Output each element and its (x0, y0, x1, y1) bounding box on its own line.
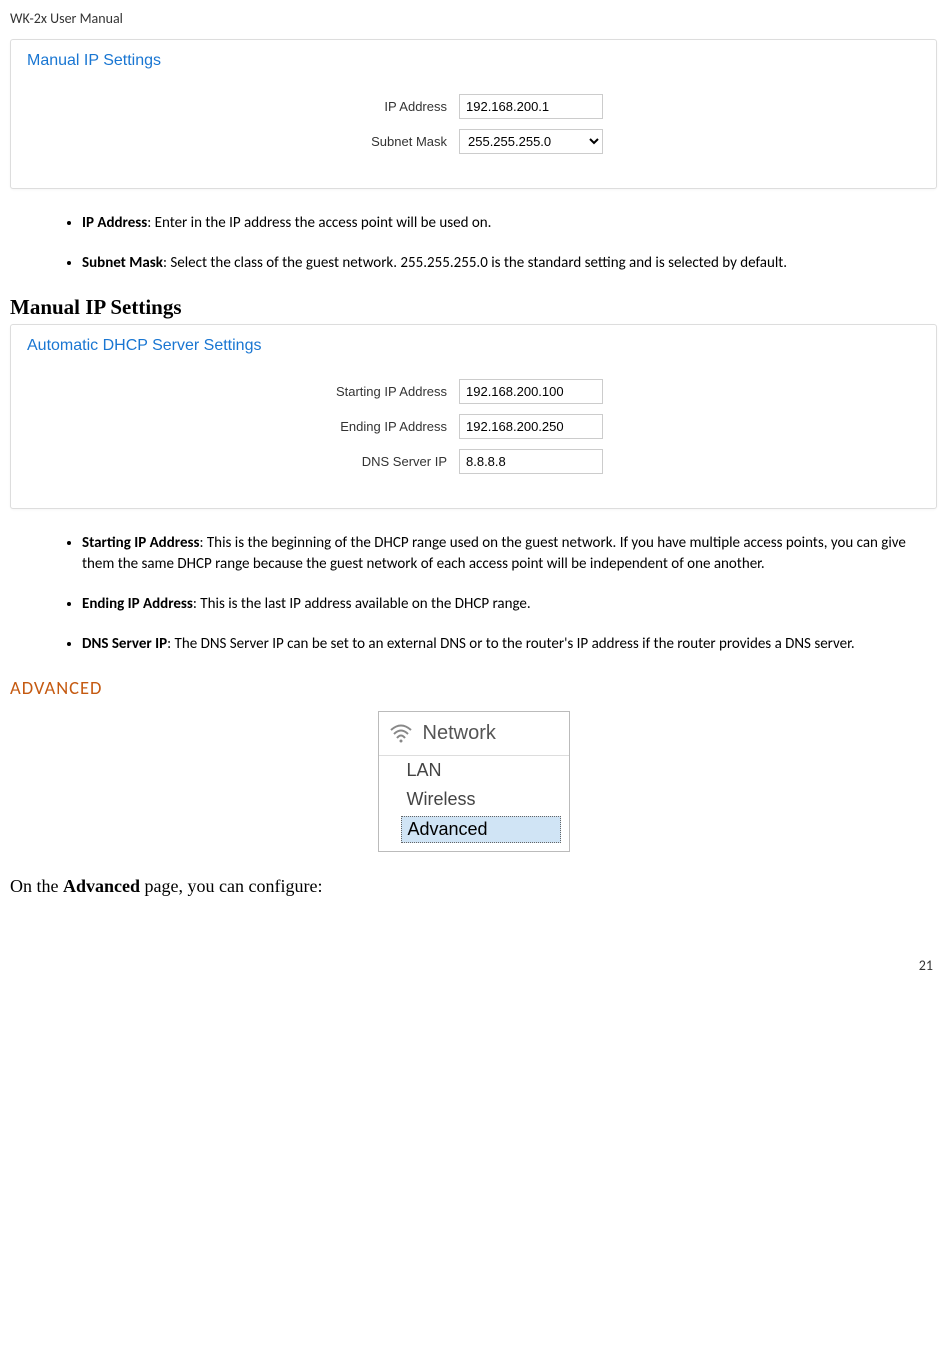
subnet-mask-label: Subnet Mask (27, 134, 459, 149)
list-item: Ending IP Address: This is the last IP a… (82, 594, 937, 616)
list-item: IP Address: Enter in the IP address the … (82, 213, 937, 235)
dns-ip-label: DNS Server IP (27, 454, 459, 469)
ending-ip-label: Ending IP Address (27, 419, 459, 434)
subnet-mask-row: Subnet Mask 255.255.255.0 (27, 129, 920, 154)
network-menu-wrap: Network LAN Wireless Advanced (10, 711, 937, 852)
dns-ip-row: DNS Server IP (27, 449, 920, 474)
body-text-part: page, you can configure: (140, 876, 322, 896)
ip-address-label: IP Address (27, 99, 459, 114)
ip-address-row: IP Address (27, 94, 920, 119)
advanced-heading: ADVANCED (10, 676, 937, 699)
network-menu: Network LAN Wireless Advanced (378, 711, 570, 852)
bullet-term: Subnet Mask (82, 254, 163, 272)
starting-ip-label: Starting IP Address (27, 384, 459, 399)
bullet-term: DNS Server IP (82, 635, 167, 653)
body-text-bold: Advanced (63, 876, 140, 896)
dhcp-panel: Automatic DHCP Server Settings Starting … (10, 324, 937, 509)
panel-title: Manual IP Settings (27, 52, 920, 70)
menu-item-wireless[interactable]: Wireless (379, 785, 569, 814)
bullet-term: Ending IP Address (82, 595, 193, 613)
bullet-term: Starting IP Address (82, 534, 199, 552)
panel-title: Automatic DHCP Server Settings (27, 337, 920, 355)
menu-item-advanced[interactable]: Advanced (401, 816, 561, 843)
bullet-text: : This is the beginning of the DHCP rang… (82, 534, 906, 574)
bullet-text: : The DNS Server IP can be set to an ext… (167, 635, 855, 653)
bullet-list-2: Starting IP Address: This is the beginni… (10, 533, 937, 656)
section-heading: Manual IP Settings (10, 295, 937, 320)
dns-ip-input[interactable] (459, 449, 603, 474)
ending-ip-row: Ending IP Address (27, 414, 920, 439)
list-item: Subnet Mask: Select the class of the gue… (82, 253, 937, 275)
list-item: Starting IP Address: This is the beginni… (82, 533, 937, 577)
bullet-text: : Enter in the IP address the access poi… (147, 214, 491, 232)
ip-address-input[interactable] (459, 94, 603, 119)
subnet-mask-select[interactable]: 255.255.255.0 (459, 129, 603, 154)
list-item: DNS Server IP: The DNS Server IP can be … (82, 634, 937, 656)
bullet-text: : Select the class of the guest network.… (163, 254, 787, 272)
ending-ip-input[interactable] (459, 414, 603, 439)
starting-ip-input[interactable] (459, 379, 603, 404)
menu-item-lan[interactable]: LAN (379, 756, 569, 785)
wifi-icon (389, 723, 413, 743)
bullet-text: : This is the last IP address available … (193, 595, 531, 613)
document-header: WK-2x User Manual (10, 10, 937, 27)
page-number: 21 (10, 957, 937, 974)
starting-ip-row: Starting IP Address (27, 379, 920, 404)
menu-header-label: Network (423, 722, 496, 745)
body-text-part: On the (10, 876, 63, 896)
manual-ip-panel: Manual IP Settings IP Address Subnet Mas… (10, 39, 937, 189)
menu-header[interactable]: Network (379, 712, 569, 756)
bullet-term: IP Address (82, 214, 147, 232)
body-paragraph: On the Advanced page, you can configure: (10, 876, 937, 897)
bullet-list-1: IP Address: Enter in the IP address the … (10, 213, 937, 275)
